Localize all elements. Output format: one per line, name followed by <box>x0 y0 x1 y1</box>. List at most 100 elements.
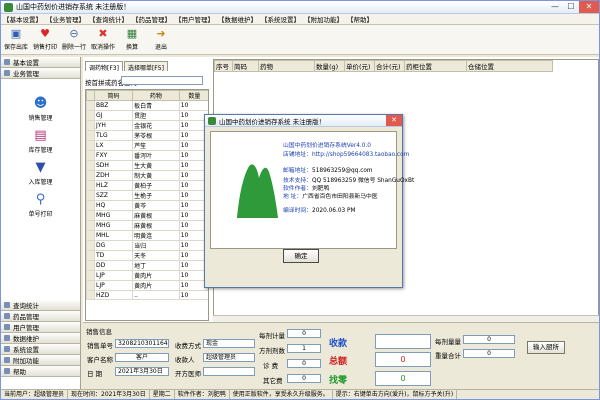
table-row[interactable]: TLG 茅苓根 10 <box>86 130 208 141</box>
menu-medicine[interactable]: 【药品管理】 <box>132 14 171 24</box>
ok-button[interactable]: 确定 <box>283 249 319 263</box>
table-row[interactable]: SDH 生大黄 10 <box>86 160 208 171</box>
sidebar-item-users[interactable]: 用户管理 <box>1 322 80 333</box>
sidebar-tool-inbound[interactable]: ▼ 入库管理 <box>1 160 80 186</box>
sidebar-item-label: 用户管理 <box>13 324 39 332</box>
toolbar-label: 换算 <box>125 44 138 51</box>
table-cell: HQ <box>93 200 134 211</box>
doses-field[interactable]: 1 <box>287 344 321 353</box>
sidebar-tool-stock[interactable]: ▤ 库存管理 <box>1 128 80 154</box>
table-row[interactable]: MHG 麻黄根 10 <box>86 220 208 231</box>
table-row[interactable]: SZZ 生桅子 10 <box>86 190 208 201</box>
table-row[interactable]: ZDH 制大黄 10 <box>86 170 208 181</box>
menu-basic-settings[interactable]: 【基本设置】 <box>3 14 42 24</box>
menu-extras[interactable]: 【附加功能】 <box>304 14 343 24</box>
search-input[interactable] <box>121 76 203 85</box>
table-row[interactable]: LX 芦笙 10 <box>86 140 208 151</box>
order-no-label: 销售单号 <box>87 342 113 350</box>
customer-field[interactable]: 客户 <box>115 353 169 362</box>
sidebar-item-basic-settings[interactable]: 基本设置 <box>1 57 80 68</box>
grid-header-row: 序号 简码 药物 数量(g) 单价(元) 合计(元) 药柜位置 仓储位置 <box>214 60 553 72</box>
menu-system[interactable]: 【系统设置】 <box>261 14 300 24</box>
receive-field[interactable] <box>375 334 431 349</box>
table-row[interactable]: BBZ 板白青 10 <box>86 100 208 111</box>
table-cell: 芦笙 <box>132 140 180 151</box>
save-outbound-button[interactable]: ▣ 保存出库 <box>4 27 28 51</box>
sidebar-item-medicine[interactable]: 药品管理 <box>1 311 80 322</box>
prescriber-select[interactable] <box>203 367 255 376</box>
menu-data[interactable]: 【数据维护】 <box>218 14 257 24</box>
cashier-select[interactable]: 超级管理员 <box>203 353 255 362</box>
table-row[interactable]: LJP 黄肉片 10 <box>86 280 208 291</box>
table-row[interactable]: MHG 麻黄根 10 <box>86 210 208 221</box>
per-dose-field[interactable]: 0 <box>287 329 321 338</box>
date-field[interactable]: 2021年3月30日 <box>115 367 169 376</box>
delete-row-icon: ⊖ <box>69 27 79 40</box>
table-row[interactable]: GJ 贯胆 10 <box>86 110 208 121</box>
row-indicator <box>86 240 95 251</box>
prescriber-label: 开方医师 <box>175 370 201 378</box>
horizontal-scrollbar[interactable] <box>213 315 599 322</box>
table-row[interactable]: HQ 黄芩 10 <box>86 200 208 211</box>
sales-print-button[interactable]: ♥ 销售打印 <box>33 27 57 51</box>
status-weekday: 星期二 <box>150 390 175 399</box>
input-print-button[interactable]: 输入厨所 <box>527 341 565 354</box>
sidebar-item-system[interactable]: 系统设置 <box>1 344 80 355</box>
table-row[interactable]: DD 地丁 10 <box>86 260 208 271</box>
table-cell: DG <box>93 240 134 251</box>
other-fee-field[interactable]: 0 <box>287 374 321 383</box>
weight-total-field[interactable]: 0 <box>463 349 515 358</box>
table-cell: DD <box>93 260 134 271</box>
save-icon: ▣ <box>10 27 22 40</box>
convert-button[interactable]: ▦ 换算 <box>120 27 144 51</box>
minimize-button[interactable]: — <box>547 1 563 13</box>
status-time: 现在时间：2021年3月30日 <box>68 390 150 399</box>
table-cell: 板白青 <box>132 100 180 111</box>
heart-print-icon: ♥ <box>40 27 50 40</box>
table-cell: 金银花 <box>132 120 180 131</box>
table-cell: ZDH <box>93 170 134 181</box>
tab-medicine[interactable]: 调药物[F3] <box>85 61 123 72</box>
table-row[interactable]: HZD.. 10 <box>86 290 208 300</box>
folder-icon <box>4 302 10 308</box>
shop-address[interactable]: 店铺地址：http://shop59664083.taobao.com <box>283 149 409 158</box>
fee-field[interactable]: 0 <box>287 359 321 368</box>
cancel-operation-button[interactable]: ✖ 取消操作 <box>91 27 115 51</box>
table-cell: 茅苓根 <box>132 130 180 141</box>
tab-select-order[interactable]: 选择哪单[F5] <box>123 61 168 72</box>
menu-users[interactable]: 【用户管理】 <box>175 14 214 24</box>
menu-bar: 【基本设置】 【业务管理】 【查询统计】 【药品管理】 【用户管理】 【数据维护… <box>1 14 599 25</box>
table-row[interactable]: HLZ 黄柏子 10 <box>86 180 208 191</box>
sidebar-item-help[interactable]: 帮助 <box>1 366 80 377</box>
row-indicator <box>86 130 95 141</box>
close-button[interactable]: ✕ <box>579 1 599 13</box>
order-no-field[interactable]: 32082103011644800 <box>115 339 169 348</box>
sidebar-item-extras[interactable]: 附加功能 <box>1 355 80 366</box>
table-row[interactable]: DG 当归 10 <box>86 240 208 251</box>
table-row[interactable]: MHL 明黄连 10 <box>86 230 208 241</box>
maximize-button[interactable]: ☐ <box>563 1 579 13</box>
sidebar-item-business[interactable]: 业务管理 <box>1 68 80 79</box>
exit-button[interactable]: ➜ 退出 <box>149 27 173 51</box>
per-weight-field[interactable]: 0 <box>463 335 515 344</box>
payment-select[interactable]: 现金 <box>203 339 255 348</box>
sidebar-item-query[interactable]: 查询统计 <box>1 300 80 311</box>
sidebar-tool-number-print[interactable]: ⚲ 单号打印 <box>1 192 80 218</box>
dialog-close-button[interactable]: ✕ <box>386 115 402 126</box>
table-row[interactable]: JYH 金银花 10 <box>86 120 208 131</box>
menu-help[interactable]: 【帮助】 <box>347 14 373 24</box>
sidebar-item-label: 帮助 <box>13 368 26 376</box>
delete-row-button[interactable]: ⊖ 删除一行 <box>62 27 86 51</box>
table-row[interactable]: LJP 黄肉片 10 <box>86 270 208 281</box>
menu-business[interactable]: 【业务管理】 <box>46 14 85 24</box>
table-row[interactable]: TD 天冬 10 <box>86 250 208 261</box>
sidebar-item-data[interactable]: 数据维护 <box>1 333 80 344</box>
other-fee-label: 其它费 <box>263 377 283 385</box>
exit-icon: ➜ <box>156 27 166 40</box>
sidebar-item-label: 附加功能 <box>13 357 39 365</box>
sidebar-tool-sales[interactable]: ☻ 销售管理 <box>1 96 80 122</box>
main-window: 山国中药划价进销存系统 未注册版！ — ☐ ✕ 【基本设置】 【业务管理】 【查… <box>0 0 600 400</box>
menu-query[interactable]: 【查询统计】 <box>89 14 128 24</box>
table-row[interactable]: FXY 番泻叶 10 <box>86 150 208 161</box>
table-cell: HLZ <box>93 180 134 191</box>
